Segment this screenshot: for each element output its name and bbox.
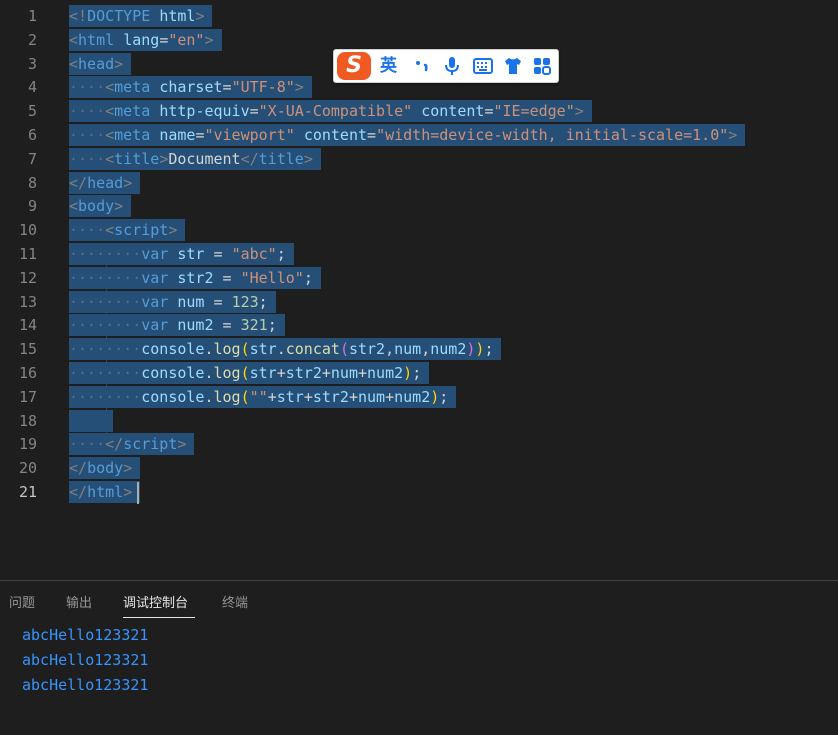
code-line[interactable]: 20 </body>: [0, 456, 838, 480]
code-text: ········var str = "abc";: [69, 243, 294, 265]
code-text: ····<meta name="viewport" content="width…: [69, 124, 746, 146]
line-number: 1: [27, 7, 37, 25]
code-text: ········console.log(str+str2+num+num2);: [69, 362, 430, 384]
code-editor[interactable]: 1 <!DOCTYPE html> 2 <html lang="en"> 3 <head>…: [0, 0, 838, 580]
code-line[interactable]: 17 ········console.log(""+str+str2+num+nu…: [0, 385, 838, 409]
line-number: 16: [18, 364, 37, 382]
code-line[interactable]: 19 ····</script>: [0, 432, 838, 456]
code-text: ········console.log(""+str+str2+num+num2…: [69, 385, 457, 408]
line-number: 17: [18, 387, 37, 406]
code-line[interactable]: 9 <body>: [0, 194, 838, 218]
tab-problems[interactable]: 问题: [9, 595, 35, 613]
line-number: 19: [18, 435, 37, 454]
code-line[interactable]: 21 </html>: [0, 480, 838, 504]
bottom-panel: 问题 输出 调试控制台 终端 abcHello123321 abcHello12…: [0, 580, 838, 735]
line-number: 21: [18, 483, 37, 501]
ime-toolbar: S 英: [333, 49, 559, 83]
toolbox-icon[interactable]: [532, 56, 552, 80]
code-line[interactable]: 10 ····<script>: [0, 218, 838, 242]
code-text: ········console.log(str.concat(str2,num,…: [69, 338, 502, 361]
code-line[interactable]: 13 ········var num = 123;: [0, 290, 838, 314]
code-line[interactable]: 18: [0, 409, 838, 433]
line-number: 11: [18, 245, 37, 263]
line-number: 7: [27, 149, 37, 168]
line-number: 6: [27, 126, 37, 144]
code-text: ····<meta charset="UTF-8">: [69, 76, 312, 99]
line-number: 13: [18, 292, 37, 311]
line-number: 8: [27, 173, 37, 192]
microphone-icon[interactable]: [442, 56, 462, 80]
code-text: <!DOCTYPE html>: [69, 5, 213, 27]
console-output-line: abcHello123321: [22, 676, 149, 694]
language-toggle[interactable]: 英: [380, 54, 397, 78]
code-line[interactable]: 5 ····<meta http-equiv="X-UA-Compatible" …: [0, 99, 838, 123]
sogou-logo-icon[interactable]: S: [337, 52, 371, 80]
line-number: 20: [18, 459, 37, 478]
code-text: ····<title>Document</title>: [69, 147, 321, 170]
code-line[interactable]: 11 ········var str = "abc";: [0, 242, 838, 266]
line-number: 3: [27, 54, 37, 73]
line-number: 15: [18, 340, 37, 359]
keyboard-icon[interactable]: [472, 56, 494, 80]
code-text: ········var num2 = 321;: [69, 314, 285, 337]
line-number: 9: [27, 197, 37, 216]
code-text: ········var num = 123;: [69, 290, 276, 313]
code-text: </html>: [69, 481, 141, 503]
line-number: 10: [18, 221, 37, 240]
code-line[interactable]: 6 ····<meta name="viewport" content="widt…: [0, 123, 838, 147]
code-line[interactable]: 14 ········var num2 = 321;: [0, 313, 838, 337]
code-text: </body>: [69, 457, 141, 480]
tab-debug-console[interactable]: 调试控制台: [123, 595, 188, 613]
code-line[interactable]: 15 ········console.log(str.concat(str2,nu…: [0, 337, 838, 361]
code-text: <head>: [69, 52, 132, 75]
line-number: 2: [27, 30, 37, 49]
tab-output[interactable]: 输出: [66, 595, 92, 613]
line-number: 4: [27, 78, 37, 97]
console-output-line: abcHello123321: [22, 626, 149, 644]
code-line[interactable]: 12 ········var str2 = "Hello";: [0, 266, 838, 290]
console-output-line: abcHello123321: [22, 651, 149, 669]
tab-terminal[interactable]: 终端: [222, 595, 248, 613]
code-text: ····<script>: [69, 219, 186, 242]
line-number: 14: [18, 316, 37, 335]
text-cursor: [137, 482, 139, 504]
line-number: 5: [27, 102, 37, 121]
code-text: ········var str2 = "Hello";: [69, 266, 321, 289]
code-text: ····</script>: [69, 433, 195, 456]
code-line[interactable]: 1 <!DOCTYPE html>: [0, 4, 838, 28]
punctuation-icon[interactable]: [412, 56, 432, 80]
line-number: 18: [18, 411, 37, 430]
code-text: </head>: [69, 171, 141, 194]
code-text: ····<meta http-equiv="X-UA-Compatible" c…: [69, 100, 592, 123]
code-line[interactable]: 7 ····<title>Document</title>: [0, 147, 838, 171]
active-tab-indicator: [123, 617, 195, 618]
code-text: <body>: [69, 195, 132, 218]
code-text: <html lang="en">: [69, 28, 222, 51]
skin-icon[interactable]: [502, 56, 524, 80]
line-number: 12: [18, 268, 37, 287]
code-line[interactable]: 8 </head>: [0, 171, 838, 195]
code-text: [69, 409, 114, 432]
code-line[interactable]: 16 ········console.log(str+str2+num+num2)…: [0, 361, 838, 385]
